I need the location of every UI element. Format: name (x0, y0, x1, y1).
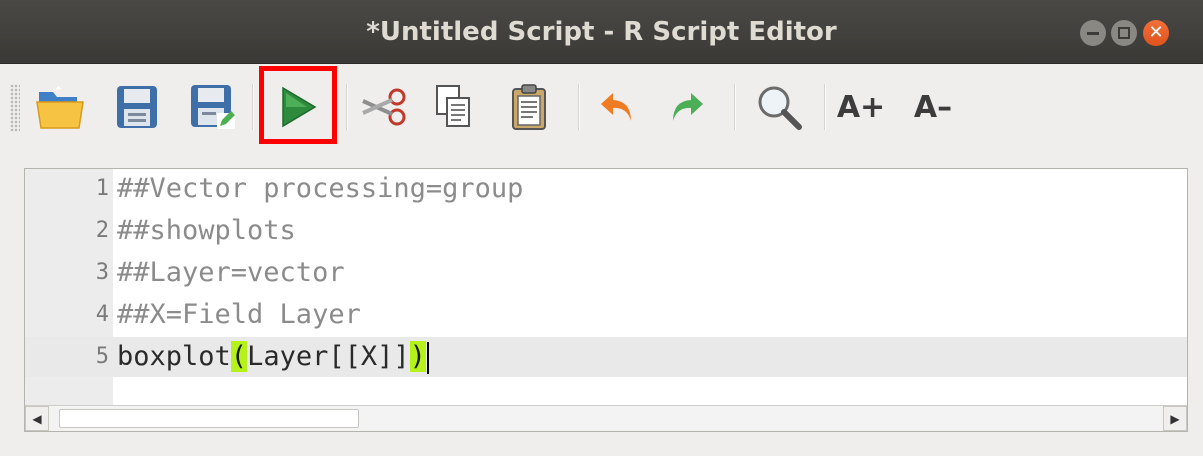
code-text: ##X=Field Layer (117, 299, 361, 330)
redo-button[interactable] (658, 78, 716, 136)
line-number: 4 (95, 302, 109, 327)
scrollbar-thumb[interactable] (59, 409, 359, 428)
paste-button[interactable] (500, 78, 558, 136)
decrease-font-button[interactable]: A– (904, 78, 962, 136)
toolbar-separator (578, 84, 580, 130)
text-cursor (426, 341, 429, 374)
toolbar-separator (252, 84, 254, 130)
code-line[interactable]: 1 ##Vector processing=group (25, 169, 1187, 209)
save-script-button[interactable] (108, 78, 166, 136)
toolbar: A+ A– (0, 64, 1203, 150)
code-token: boxplot (117, 341, 231, 372)
horizontal-scrollbar[interactable]: ◀ ▶ (25, 405, 1187, 431)
increase-font-button[interactable]: A+ (832, 78, 890, 136)
code-token: Layer[[X]] (247, 341, 410, 372)
window-title: *Untitled Script - R Script Editor (366, 17, 837, 47)
line-number: 3 (95, 260, 109, 285)
toolbar-grip[interactable] (10, 84, 20, 132)
r-script-editor-window: *Untitled Script - R Script Editor ✕ A+ … (0, 0, 1203, 456)
code-line[interactable]: 4 ##X=Field Layer (25, 295, 1187, 335)
scroll-right-arrow-icon[interactable]: ▶ (1163, 406, 1187, 431)
close-glyph: ✕ (1148, 22, 1164, 43)
run-icon (282, 86, 317, 128)
line-number: 1 (95, 176, 109, 201)
code-line[interactable]: 3 ##Layer=vector (25, 253, 1187, 293)
undo-icon (601, 93, 631, 121)
code-text: ##Layer=vector (117, 257, 345, 288)
minimize-icon[interactable] (1080, 20, 1106, 46)
toolbar-separator (824, 84, 826, 130)
current-code-line[interactable]: 5 boxplot(Layer[[X]]) (25, 337, 1187, 377)
matched-brace: ( (230, 341, 248, 372)
cut-button[interactable] (356, 78, 414, 136)
open-script-button[interactable] (32, 78, 90, 136)
code-text: ##Vector processing=group (117, 173, 524, 204)
copy-button[interactable] (424, 78, 482, 136)
copy-icon (436, 85, 470, 127)
code-line[interactable]: 2 ##showplots (25, 211, 1187, 251)
toolbar-separator (346, 84, 348, 130)
matched-brace: ) (409, 341, 426, 372)
paste-icon (512, 84, 546, 130)
code-text: ##showplots (117, 215, 296, 246)
maximize-icon[interactable] (1111, 20, 1137, 46)
scroll-left-arrow-icon[interactable]: ◀ (25, 406, 49, 431)
undo-button[interactable] (588, 78, 646, 136)
toolbar-separator (734, 84, 736, 130)
folder-open-icon (36, 86, 84, 129)
line-number: 2 (95, 218, 109, 243)
close-icon[interactable]: ✕ (1143, 20, 1169, 46)
save-icon (117, 86, 157, 128)
find-replace-button[interactable] (750, 78, 808, 136)
run-script-button[interactable] (269, 78, 327, 136)
title-bar[interactable]: *Untitled Script - R Script Editor ✕ (0, 0, 1203, 64)
code-text: boxplot(Layer[[X]]) (117, 337, 429, 377)
save-as-button[interactable] (184, 78, 242, 136)
save-as-icon (191, 85, 235, 129)
code-editor[interactable]: 1 ##Vector processing=group 2 ##showplot… (24, 168, 1188, 432)
magnifier-icon (758, 86, 802, 130)
redo-icon (673, 93, 703, 121)
line-number: 5 (95, 344, 109, 369)
scissors-icon (362, 88, 406, 126)
